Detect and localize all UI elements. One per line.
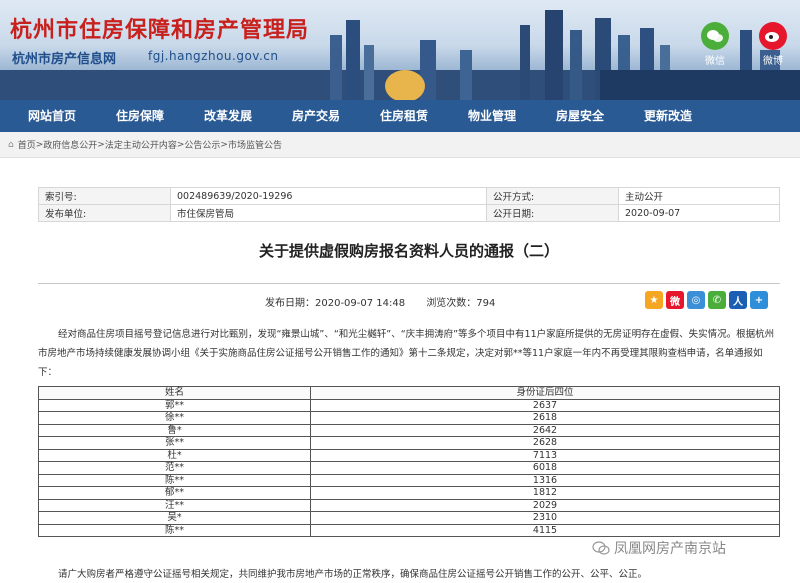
- cell-name: 范**: [38, 461, 311, 475]
- article-closing-paragraph: 请广大购房者严格遵守公证摇号相关规定，共同维护我市房地产市场的正常秩序，确保商品…: [58, 569, 648, 580]
- public-date-value: 2020-09-07: [618, 204, 780, 222]
- issuer-label: 发布单位:: [38, 204, 171, 222]
- wechat-link[interactable]: 微信: [697, 22, 733, 67]
- table-row: 吴* 2310: [38, 511, 780, 525]
- breadcrumb-item-announcements[interactable]: 公告公示: [184, 138, 220, 151]
- cell-id: 2642: [310, 423, 780, 437]
- table-row: 陈** 4115: [38, 523, 780, 537]
- sina-weibo-icon[interactable]: 微: [666, 291, 684, 309]
- weibo-link[interactable]: 微博: [755, 22, 791, 67]
- table-row: 郁** 1812: [38, 486, 780, 500]
- home-icon: ⌂: [8, 139, 14, 150]
- cell-id: 6018: [310, 461, 780, 475]
- tencent-weibo-icon[interactable]: ◎: [687, 291, 705, 309]
- header-banner: 杭州市住房保障和房产管理局 杭州市房产信息网 fgj.hangzhou.gov.…: [0, 0, 800, 100]
- wechat-icon: [701, 22, 729, 50]
- breadcrumb-separator: >: [176, 139, 185, 150]
- cell-name: 郭**: [38, 398, 311, 412]
- cell-name: 鲁*: [38, 423, 311, 437]
- wechat-share-icon[interactable]: ✆: [708, 291, 726, 309]
- wechat-watermark-icon: [592, 541, 610, 555]
- nav-item-property-management[interactable]: 物业管理: [448, 100, 536, 132]
- qzone-star-icon[interactable]: ★: [645, 291, 663, 309]
- column-header-id-last4: 身份证后四位: [310, 386, 780, 400]
- table-row: 范** 6018: [38, 461, 780, 475]
- names-table: 姓名 身份证后四位 郭** 2637 徐** 2618 鲁* 2642 张** 2628…: [38, 386, 780, 537]
- index-value: 002489639/2020-19296: [170, 187, 487, 205]
- nav-item-rental[interactable]: 住房租赁: [360, 100, 448, 132]
- breadcrumb-separator: >: [220, 139, 228, 150]
- site-url: fgj.hangzhou.gov.cn: [148, 49, 279, 63]
- title-divider: [38, 283, 780, 284]
- public-method-label: 公开方式:: [486, 187, 619, 205]
- view-count: 浏览次数：794: [426, 298, 496, 309]
- weibo-label: 微博: [763, 56, 783, 67]
- site-title: 杭州市住房保障和房产管理局: [10, 17, 310, 43]
- nav-item-transactions[interactable]: 房产交易: [272, 100, 360, 132]
- cell-name: 张**: [38, 436, 311, 450]
- table-row: 鲁* 2642: [38, 423, 780, 437]
- cell-id: 4115: [310, 523, 780, 537]
- nav-item-renewal[interactable]: 更新改造: [624, 100, 712, 132]
- cell-name: 吴*: [38, 511, 311, 525]
- cell-id: 2637: [310, 398, 780, 412]
- cell-name: 陈**: [38, 473, 311, 487]
- publish-date: 发布日期：2020-09-07 14:48: [265, 298, 406, 309]
- breadcrumb-item-home[interactable]: 首页: [18, 138, 36, 151]
- cell-id: 2618: [310, 411, 780, 425]
- cell-name: 郁**: [38, 486, 311, 500]
- document-meta-table: 索引号: 002489639/2020-19296 公开方式: 主动公开 发布单…: [38, 187, 780, 222]
- wechat-label: 微信: [705, 56, 725, 67]
- breadcrumb-separator: >: [97, 139, 105, 150]
- cell-id: 2310: [310, 511, 780, 525]
- column-header-name: 姓名: [38, 386, 311, 400]
- table-row: 张** 2628: [38, 436, 780, 450]
- public-date-label: 公开日期:: [486, 204, 619, 222]
- article-paragraph: 经对商品住房项目摇号登记信息进行对比甄别，发现“雍景山城”、“和光尘樾轩”、“庆…: [38, 329, 775, 378]
- share-toolbar: ★ 微 ◎ ✆ 人 +: [645, 291, 768, 309]
- cell-id: 2029: [310, 498, 780, 512]
- cell-name: 徐**: [38, 411, 311, 425]
- publish-info: 发布日期：2020-09-07 14:48 浏览次数：794: [265, 294, 513, 309]
- table-row: 杜* 7113: [38, 448, 780, 462]
- watermark: 凤凰网房产南京站: [592, 538, 726, 558]
- breadcrumb-item-statutory[interactable]: 法定主动公开内容: [105, 138, 177, 151]
- table-row: 郭** 2637: [38, 398, 780, 412]
- main-nav: 网站首页 住房保障 改革发展 房产交易 住房租赁 物业管理 房屋安全 更新改造: [0, 100, 800, 132]
- cell-name: 陈**: [38, 523, 311, 537]
- cell-name: 杜*: [38, 448, 311, 462]
- breadcrumb-item-gov-info[interactable]: 政府信息公开: [43, 138, 97, 151]
- cell-id: 2628: [310, 436, 780, 450]
- site-subtitle: 杭州市房产信息网: [12, 52, 117, 67]
- more-share-icon[interactable]: +: [750, 291, 768, 309]
- issuer-value: 市住保房管局: [170, 204, 487, 222]
- breadcrumb-separator: >: [35, 139, 44, 150]
- breadcrumb-item-market-supervision[interactable]: 市场监管公告: [228, 138, 282, 151]
- cell-id: 1316: [310, 473, 780, 487]
- cell-id: 7113: [310, 448, 780, 462]
- weibo-icon: [759, 22, 787, 50]
- nav-item-reform[interactable]: 改革发展: [184, 100, 272, 132]
- cell-id: 1812: [310, 486, 780, 500]
- cell-name: 汪**: [38, 498, 311, 512]
- nav-item-housing-safety[interactable]: 房屋安全: [536, 100, 624, 132]
- public-method-value: 主动公开: [618, 187, 780, 205]
- breadcrumb: ⌂ 首页 > 政府信息公开 > 法定主动公开内容 > 公告公示 > 市场监管公告: [0, 132, 800, 158]
- watermark-text: 凤凰网房产南京站: [614, 541, 726, 557]
- table-row: 汪** 2029: [38, 498, 780, 512]
- nav-item-home[interactable]: 网站首页: [8, 100, 96, 132]
- index-label: 索引号:: [38, 187, 171, 205]
- table-row: 陈** 1316: [38, 473, 780, 487]
- table-header-row: 姓名 身份证后四位: [38, 386, 780, 400]
- nav-item-housing-security[interactable]: 住房保障: [96, 100, 184, 132]
- article-title: 关于提供虚假购房报名资料人员的通报（二）: [258, 242, 559, 260]
- table-row: 徐** 2618: [38, 411, 780, 425]
- renren-icon[interactable]: 人: [729, 291, 747, 309]
